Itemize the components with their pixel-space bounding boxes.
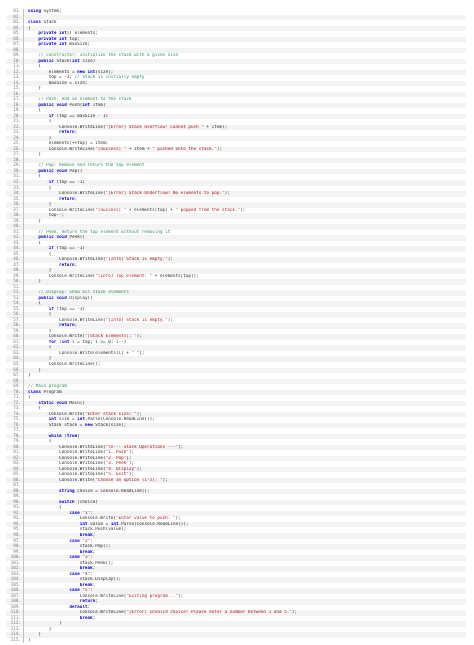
document-page: 01. using System; 02. 03. class Stack 04.{05.… bbox=[0, 0, 474, 645]
line-text: } bbox=[28, 637, 31, 643]
line-number: 115. bbox=[6, 637, 24, 644]
code-listing: 01. using System; 02. 03. class Stack 04.{05.… bbox=[6, 9, 466, 644]
code-line: 115.} bbox=[6, 637, 466, 644]
